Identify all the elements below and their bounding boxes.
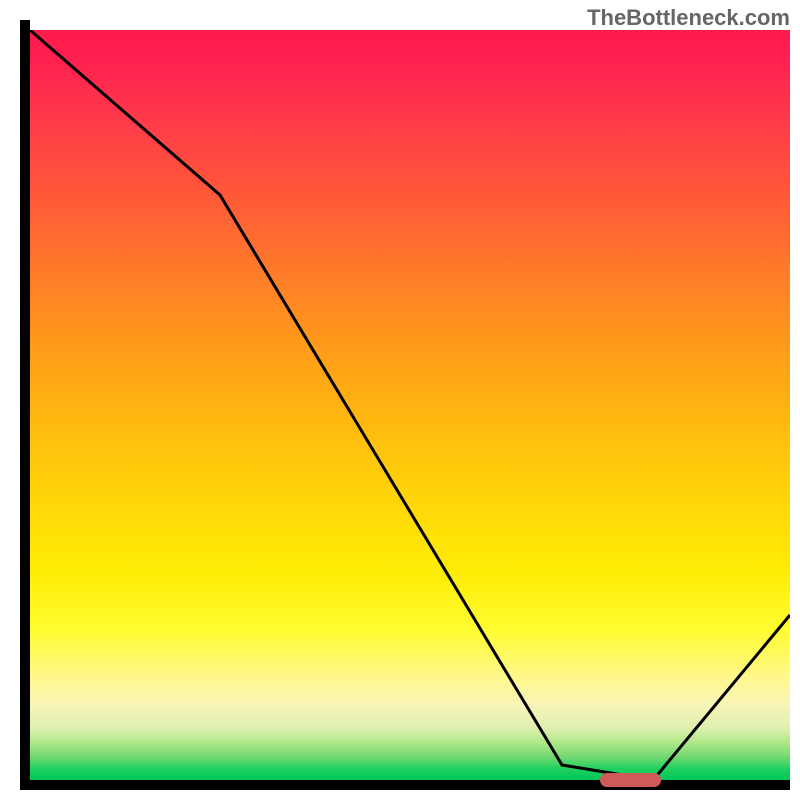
bottleneck-curve: [30, 30, 790, 780]
chart-container: TheBottleneck.com: [0, 0, 800, 800]
watermark-text: TheBottleneck.com: [587, 5, 790, 31]
x-axis: [20, 780, 790, 790]
optimal-zone-marker: [600, 773, 661, 787]
plot-area: [30, 30, 790, 780]
y-axis: [20, 20, 30, 790]
